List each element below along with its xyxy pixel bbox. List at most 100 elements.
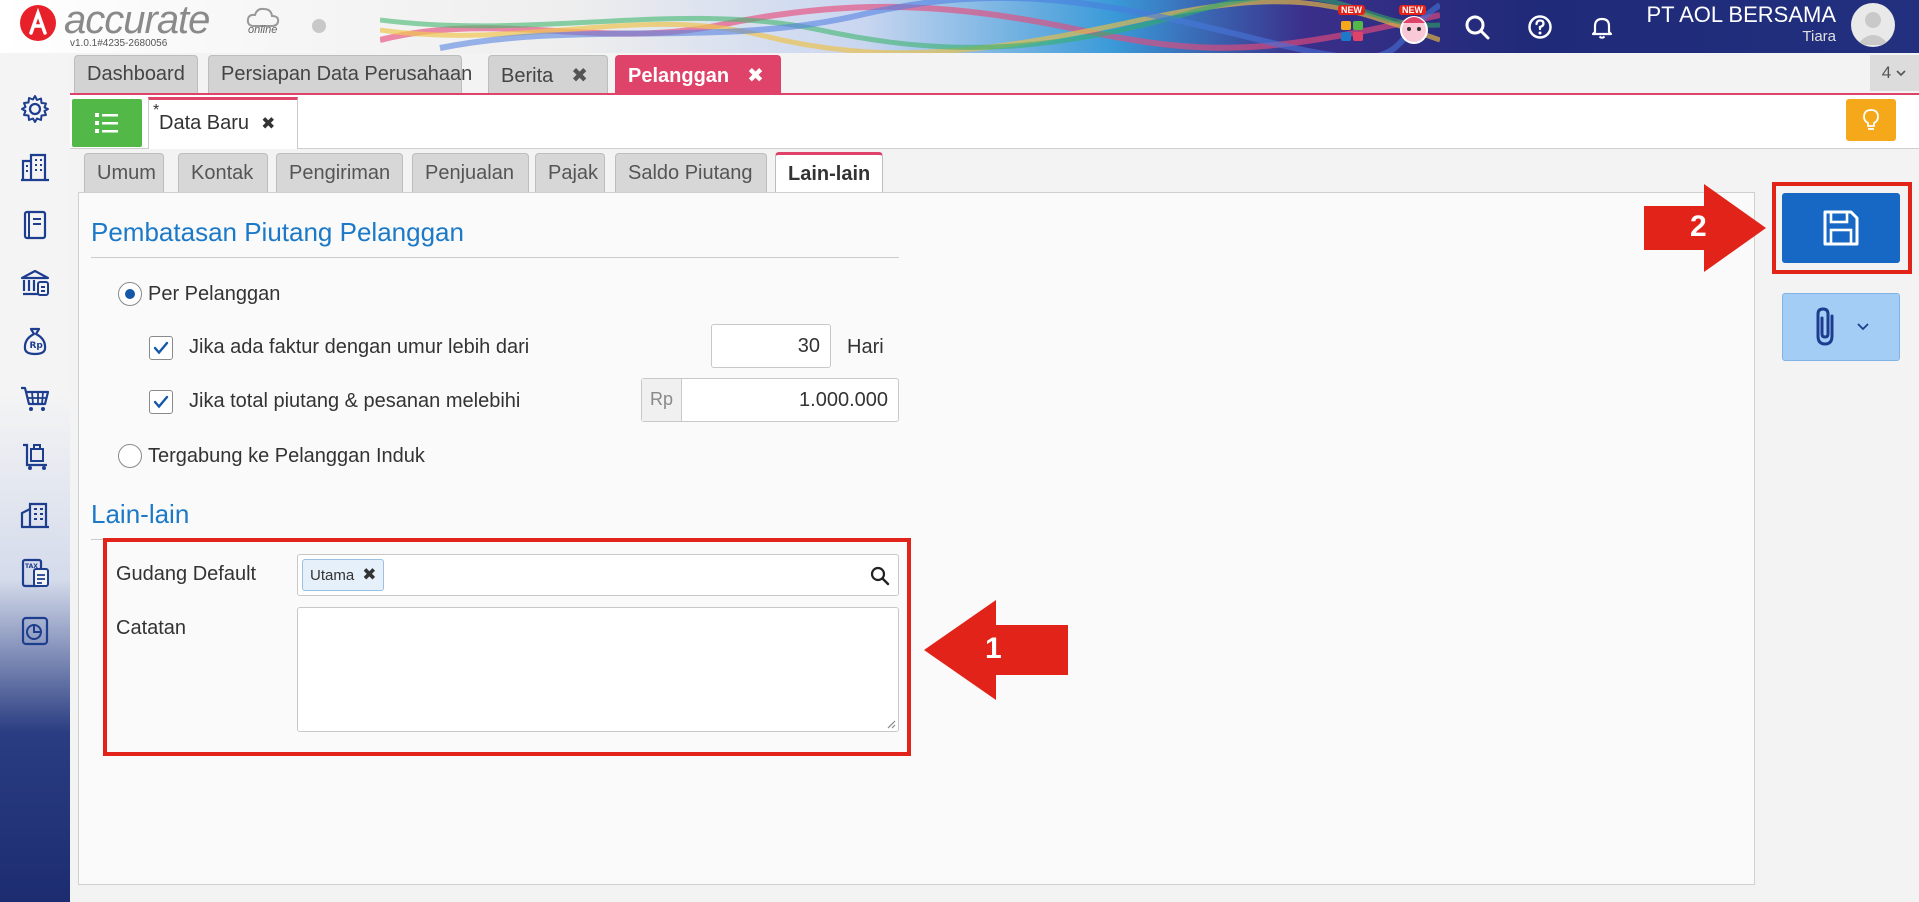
- sidebar-item-tax[interactable]: TAX: [17, 555, 53, 591]
- tips-button[interactable]: [1846, 99, 1896, 141]
- tab-pelanggan[interactable]: Pelanggan ✖: [615, 55, 781, 93]
- sidebar: Rp TAX: [0, 53, 70, 902]
- tab-berita[interactable]: Berita ✖: [488, 55, 608, 93]
- tab-kontak[interactable]: Kontak: [178, 153, 268, 193]
- company-name: PT AOL BERSAMA: [1646, 2, 1836, 27]
- invoice-age-input[interactable]: 30: [711, 324, 831, 368]
- close-document-icon[interactable]: ✖: [261, 114, 275, 133]
- status-dot: [312, 19, 326, 33]
- total-receivable-value: 1.000.000: [799, 389, 888, 411]
- lightbulb-icon: [1863, 109, 1879, 130]
- warehouse-icon: [20, 502, 49, 529]
- gear-icon: [21, 95, 49, 123]
- invoice-age-label: Jika ada faktur dengan umur lebih dari: [189, 336, 530, 358]
- sidebar-item-ledger[interactable]: [17, 207, 53, 243]
- remove-tag-icon[interactable]: ✖: [362, 565, 376, 584]
- accurate-logo-icon: [20, 5, 56, 41]
- help-button[interactable]: [1519, 6, 1561, 48]
- list-view-button[interactable]: [72, 99, 142, 147]
- checkmark-icon: [153, 341, 169, 355]
- document-tab-label: Data Baru: [159, 112, 250, 134]
- close-tab-icon[interactable]: ✖: [747, 65, 764, 87]
- tab-pajak[interactable]: Pajak: [535, 153, 605, 193]
- tab-lain-lain[interactable]: Lain-lain: [775, 152, 883, 194]
- mascot-button[interactable]: NEW: [1393, 5, 1435, 48]
- sidebar-item-purchase[interactable]: [17, 439, 53, 475]
- currency-prefix: Rp: [642, 379, 682, 421]
- user-name: Tiara: [1802, 28, 1836, 45]
- svg-text:TAX: TAX: [25, 563, 38, 570]
- header-decoration: [380, 0, 1440, 53]
- tab-label: Dashboard: [87, 63, 185, 85]
- user-avatar[interactable]: [1851, 3, 1895, 47]
- warehouse-select[interactable]: Utama ✖: [297, 554, 899, 596]
- radio-parent-customer-label: Tergabung ke Pelanggan Induk: [148, 445, 425, 467]
- apps-grid-button[interactable]: NEW: [1332, 5, 1374, 48]
- save-button[interactable]: [1782, 193, 1900, 263]
- search-button[interactable]: [1456, 6, 1498, 48]
- unsaved-marker: *: [153, 102, 160, 119]
- tab-penjualan[interactable]: Penjualan: [412, 153, 529, 193]
- annotation-label-2: 2: [1690, 210, 1707, 243]
- tab-label: Pengiriman: [289, 162, 391, 184]
- total-receivable-input[interactable]: Rp 1.000.000: [641, 378, 899, 422]
- list-icon: [95, 113, 118, 133]
- notifications-button[interactable]: [1581, 6, 1623, 48]
- floppy-disk-icon: [1823, 210, 1859, 246]
- app-logo[interactable]: accurate online v1.0.1#4235-2680056: [20, 0, 280, 50]
- total-receivable-label: Jika total piutang & pesanan melebihi: [189, 390, 521, 412]
- tax-document-icon: TAX: [21, 558, 49, 588]
- radio-parent-customer[interactable]: [118, 444, 142, 468]
- section-divider: [91, 257, 899, 258]
- warehouse-tag-label: Utama: [310, 567, 355, 584]
- close-tab-icon[interactable]: ✖: [571, 65, 588, 87]
- checkbox-total-receivable[interactable]: [149, 390, 173, 414]
- sidebar-item-settings[interactable]: [17, 91, 53, 127]
- tab-dashboard[interactable]: Dashboard: [74, 55, 198, 93]
- cart-icon: [21, 386, 50, 411]
- sidebar-item-inventory[interactable]: [17, 497, 53, 533]
- attachment-button[interactable]: [1782, 293, 1900, 361]
- tab-saldo-piutang[interactable]: Saldo Piutang: [615, 153, 767, 193]
- tab-persiapan-data[interactable]: Persiapan Data Perusahaan: [208, 55, 472, 93]
- annotation-label-1: 1: [985, 632, 1002, 665]
- sidebar-item-sales[interactable]: [17, 381, 53, 417]
- version-text: v1.0.1#4235-2680056: [70, 38, 168, 49]
- document-tab-data-baru[interactable]: * Data Baru ✖: [148, 97, 298, 149]
- company-info[interactable]: PT AOL BERSAMA Tiara: [1640, 2, 1836, 45]
- new-badge: NEW: [1399, 5, 1426, 15]
- checkmark-icon: [153, 395, 169, 409]
- notes-textarea[interactable]: [297, 607, 899, 732]
- svg-text:Rp: Rp: [30, 341, 44, 351]
- tab-label: Pajak: [548, 162, 599, 184]
- chevron-down-icon: [1857, 323, 1869, 331]
- sidebar-item-bank[interactable]: [17, 265, 53, 301]
- tab-label: Saldo Piutang: [628, 162, 753, 184]
- tab-umum[interactable]: Umum: [84, 153, 164, 193]
- user-avatar-icon: [1857, 12, 1889, 45]
- checkbox-invoice-age[interactable]: [149, 336, 173, 360]
- form-panel: Pembatasan Piutang Pelanggan Per Pelangg…: [78, 192, 1755, 885]
- tab-label: Penjualan: [425, 162, 514, 184]
- warehouse-label: Gudang Default: [116, 563, 257, 585]
- radio-per-pelanggan-label: Per Pelanggan: [148, 283, 281, 305]
- logo-online-text: online: [248, 24, 278, 36]
- search-icon[interactable]: [870, 566, 890, 586]
- warehouse-tag: Utama ✖: [302, 559, 385, 591]
- sidebar-item-reports[interactable]: [17, 613, 53, 649]
- building-icon: [21, 153, 49, 182]
- tab-pengiriman[interactable]: Pengiriman: [276, 153, 403, 193]
- section-title-others: Lain-lain: [91, 499, 190, 529]
- chevron-down-icon: [1896, 70, 1906, 77]
- sidebar-item-payables[interactable]: Rp: [17, 323, 53, 359]
- new-badge: NEW: [1338, 5, 1365, 15]
- radio-per-pelanggan[interactable]: [118, 282, 142, 306]
- report-chart-icon: [21, 616, 49, 646]
- sidebar-item-company[interactable]: [17, 149, 53, 185]
- bell-icon: [1591, 17, 1613, 39]
- open-tabs-dropdown[interactable]: 4: [1870, 55, 1919, 91]
- tab-label: Lain-lain: [788, 163, 871, 185]
- resize-handle-icon[interactable]: [886, 719, 896, 729]
- notes-label: Catatan: [116, 617, 187, 639]
- section-title-credit-limit: Pembatasan Piutang Pelanggan: [91, 217, 464, 247]
